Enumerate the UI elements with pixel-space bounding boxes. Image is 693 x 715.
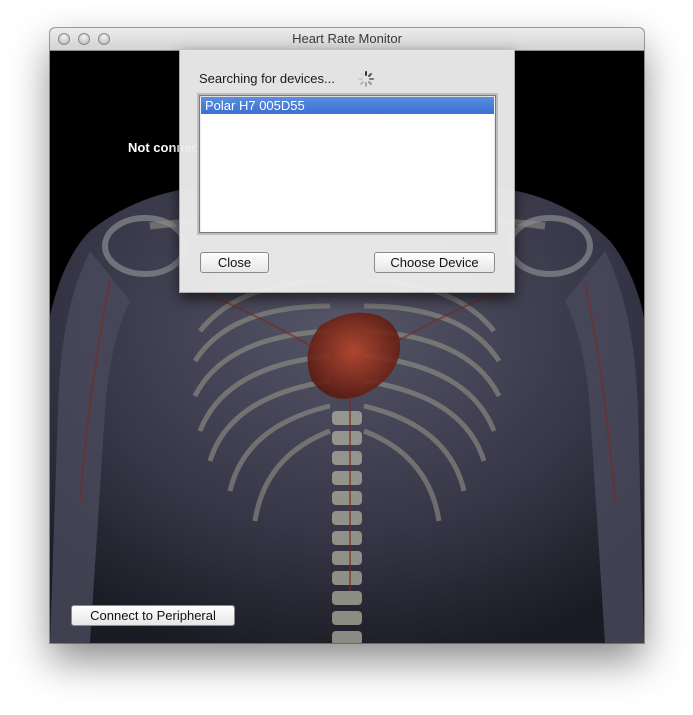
minimize-window-icon[interactable] [78,33,90,45]
title-bar: Heart Rate Monitor [50,28,644,51]
zoom-window-icon[interactable] [98,33,110,45]
window-title: Heart Rate Monitor [292,31,402,46]
choose-device-button[interactable]: Choose Device [374,252,495,273]
close-window-icon[interactable] [58,33,70,45]
device-list[interactable]: Polar H7 005D55 [199,95,496,233]
searching-label: Searching for devices... [199,71,335,86]
progress-spinner-icon [358,71,374,87]
close-button[interactable]: Close [200,252,269,273]
device-picker-sheet: Searching for devices... Polar H7 005D55… [179,50,515,293]
device-list-item[interactable]: Polar H7 005D55 [201,97,494,114]
connect-to-peripheral-button[interactable]: Connect to Peripheral [71,605,235,626]
